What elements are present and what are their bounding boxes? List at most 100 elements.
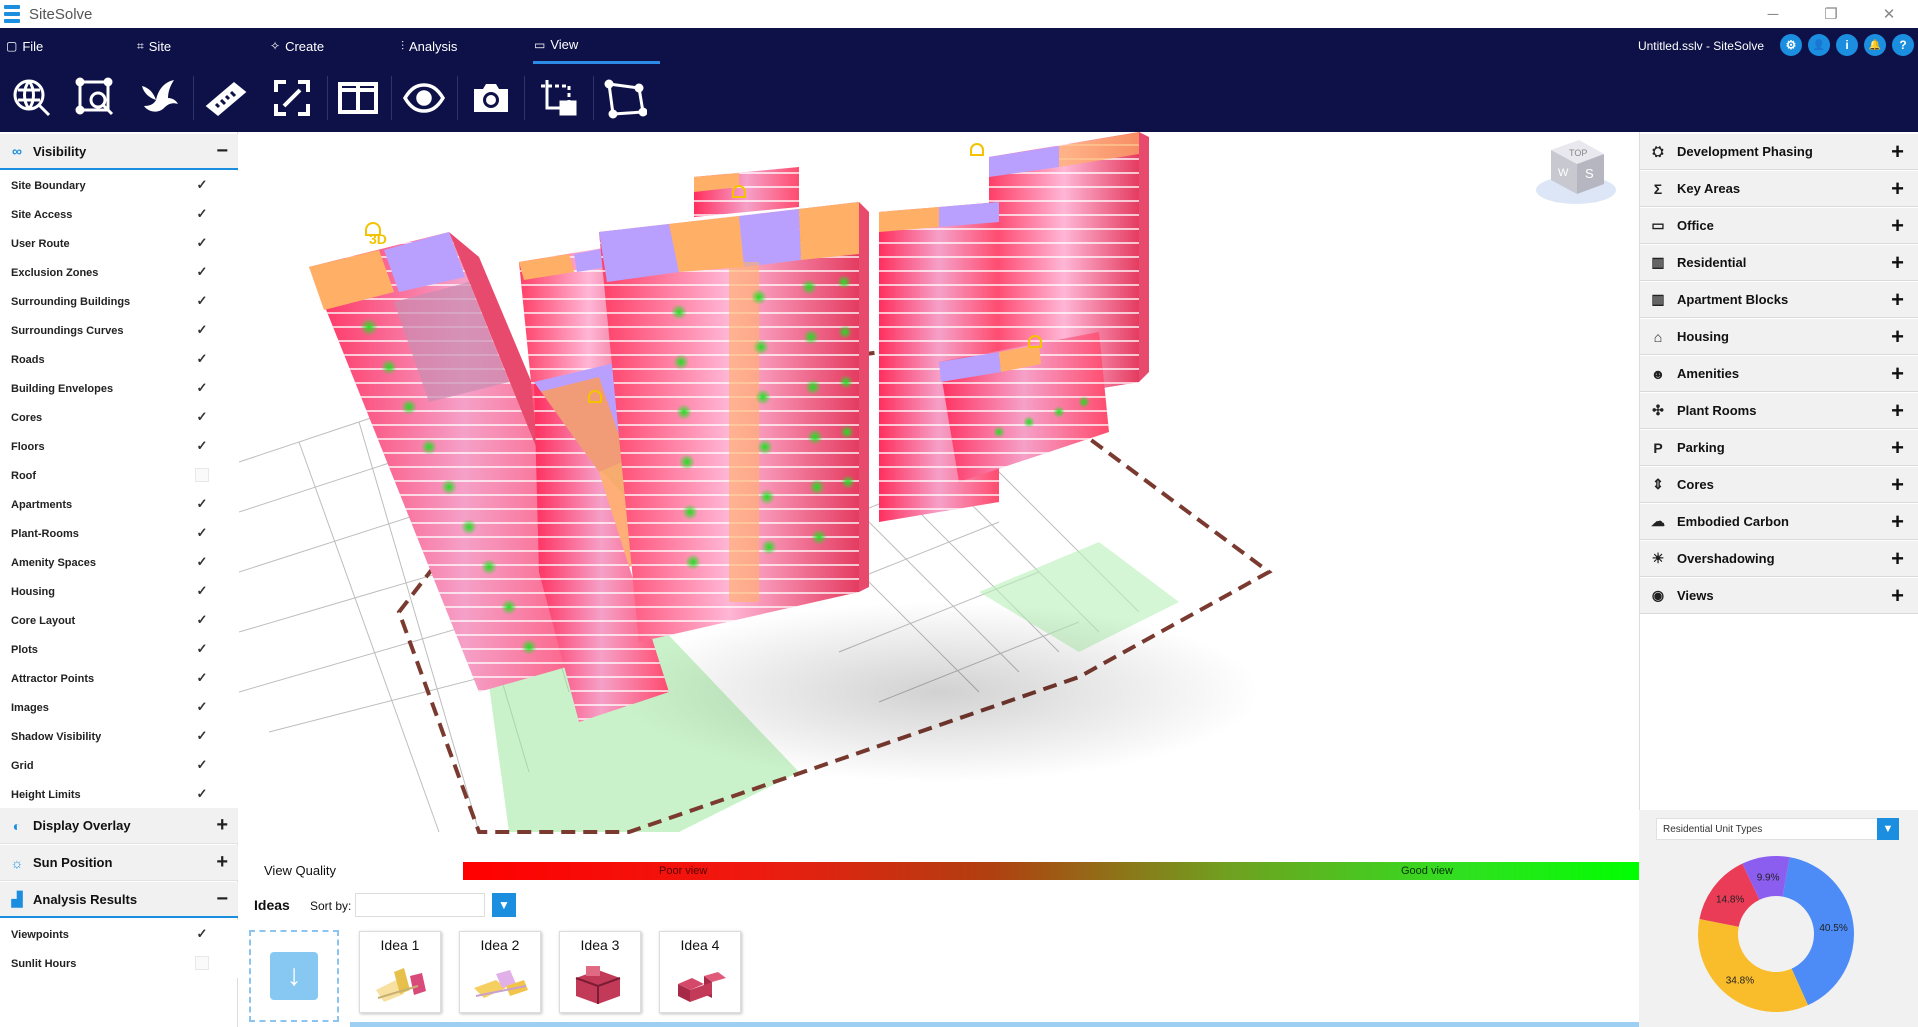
visibility-item[interactable]: Core Layout ✓ — [0, 606, 238, 635]
visibility-item[interactable]: Roads ✓ — [0, 345, 238, 374]
visibility-item[interactable]: Exclusion Zones ✓ — [0, 258, 238, 287]
visibility-item[interactable]: Height Limits ✓ — [0, 780, 238, 809]
polygon-icon[interactable] — [601, 74, 649, 122]
section-residential[interactable]: ▥ Residential + — [1640, 245, 1918, 281]
checkmark-icon[interactable]: ✓ — [195, 757, 209, 772]
checkmark-icon[interactable]: ✓ — [195, 409, 209, 424]
expand-icon[interactable]: + — [1891, 287, 1904, 313]
visibility-item[interactable]: Site Access ✓ — [0, 200, 238, 229]
sun-position-section-header[interactable]: ☼ Sun Position + — [0, 845, 238, 881]
expand-icon[interactable]: + — [1891, 250, 1904, 276]
expand-icon[interactable]: + — [1891, 472, 1904, 498]
checkmark-icon[interactable]: ✓ — [195, 496, 209, 511]
visibility-item[interactable]: Amenity Spaces ✓ — [0, 548, 238, 577]
analysis-result-item[interactable]: Sunlit Hours — [0, 949, 238, 978]
unit-types-select[interactable]: Residential Unit Types — [1656, 818, 1879, 840]
menu-view[interactable]: ▭ View — [533, 28, 660, 64]
bell-icon[interactable]: 🔔 — [1864, 34, 1886, 56]
visibility-item[interactable]: Images ✓ — [0, 693, 238, 722]
help-icon[interactable]: ? — [1892, 34, 1914, 56]
visibility-item[interactable]: Cores ✓ — [0, 403, 238, 432]
checkbox-empty[interactable] — [195, 468, 209, 482]
collapse-icon[interactable]: − — [216, 888, 228, 911]
checkmark-icon[interactable]: ✓ — [195, 438, 209, 453]
checkmark-icon[interactable]: ✓ — [195, 926, 209, 941]
section-apartment-blocks[interactable]: ▥ Apartment Blocks + — [1640, 282, 1918, 318]
section-development-phasing[interactable]: ⛭ Development Phasing + — [1640, 134, 1918, 170]
section-embodied-carbon[interactable]: ☁ Embodied Carbon + — [1640, 504, 1918, 540]
settings-icon[interactable]: ⚙ — [1780, 34, 1802, 56]
visibility-item[interactable]: Housing ✓ — [0, 577, 238, 606]
section-plant-rooms[interactable]: ✣ Plant Rooms + — [1640, 393, 1918, 429]
section-cores[interactable]: ⇕ Cores + — [1640, 467, 1918, 503]
checkmark-icon[interactable]: ✓ — [195, 525, 209, 540]
section-office[interactable]: ▭ Office + — [1640, 208, 1918, 244]
minimize-button[interactable]: ─ — [1744, 0, 1802, 28]
section-housing[interactable]: ⌂ Housing + — [1640, 319, 1918, 355]
checkmark-icon[interactable]: ✓ — [195, 293, 209, 308]
checkmark-icon[interactable]: ✓ — [195, 380, 209, 395]
menu-analysis[interactable]: ⫶ Analysis — [401, 28, 457, 64]
expand-icon[interactable]: + — [1891, 435, 1904, 461]
visibility-item[interactable]: Roof — [0, 461, 238, 490]
sort-by-select[interactable] — [355, 893, 485, 917]
visibility-item[interactable]: Floors ✓ — [0, 432, 238, 461]
expand-icon[interactable]: + — [216, 814, 228, 837]
visibility-item[interactable]: Plots ✓ — [0, 635, 238, 664]
menu-site[interactable]: ⌗ Site — [137, 28, 171, 64]
section-overshadowing[interactable]: ☀ Overshadowing + — [1640, 541, 1918, 577]
donut-slice[interactable] — [1698, 919, 1808, 1012]
checkmark-icon[interactable]: ✓ — [195, 699, 209, 714]
checkmark-icon[interactable]: ✓ — [195, 728, 209, 743]
expand-icon[interactable]: + — [1891, 583, 1904, 609]
expand-icon[interactable]: + — [1891, 509, 1904, 535]
user-icon[interactable]: 👤 — [1808, 34, 1830, 56]
checkmark-icon[interactable]: ✓ — [195, 554, 209, 569]
expand-icon[interactable]: + — [1891, 176, 1904, 202]
navigation-cube[interactable]: TOP W S — [1536, 140, 1616, 204]
expand-icon[interactable]: + — [1891, 213, 1904, 239]
visibility-item[interactable]: Surroundings Curves ✓ — [0, 316, 238, 345]
collapse-icon[interactable]: − — [216, 140, 228, 163]
checkmark-icon[interactable]: ✓ — [195, 351, 209, 366]
expand-icon[interactable]: + — [1891, 546, 1904, 572]
boundary-search-icon[interactable] — [72, 74, 120, 122]
expand-icon[interactable]: + — [1891, 398, 1904, 424]
crop-icon[interactable] — [535, 74, 583, 122]
visibility-item[interactable]: Surrounding Buildings ✓ — [0, 287, 238, 316]
display-overlay-section-header[interactable]: ◐ Display Overlay + — [0, 808, 238, 844]
chevron-down-icon[interactable]: ▼ — [492, 893, 516, 917]
menu-create[interactable]: ✧ Create — [270, 28, 324, 64]
section-amenities[interactable]: ☻ Amenities + — [1640, 356, 1918, 392]
expand-icon[interactable]: + — [216, 851, 228, 874]
expand-icon[interactable]: + — [1891, 324, 1904, 350]
idea-card-3[interactable]: Idea 3 — [559, 931, 641, 1013]
checkmark-icon[interactable]: ✓ — [195, 206, 209, 221]
camera-icon[interactable] — [467, 74, 515, 122]
checkmark-icon[interactable]: ✓ — [195, 583, 209, 598]
analysis-results-section-header[interactable]: ▟ Analysis Results − — [0, 882, 238, 918]
section-key-areas[interactable]: Σ Key Areas + — [1640, 171, 1918, 207]
visibility-item[interactable]: User Route ✓ — [0, 229, 238, 258]
fullscreen-icon[interactable] — [268, 74, 316, 122]
save-idea-dropzone[interactable]: ↓ — [249, 930, 339, 1022]
checkmark-icon[interactable]: ✓ — [195, 264, 209, 279]
section-views[interactable]: ◉ Views + — [1640, 578, 1918, 614]
visibility-item[interactable]: Attractor Points ✓ — [0, 664, 238, 693]
idea-card-4[interactable]: Idea 4 — [659, 931, 741, 1013]
checkmark-icon[interactable]: ✓ — [195, 670, 209, 685]
info-icon[interactable]: i — [1836, 34, 1858, 56]
chevron-down-icon[interactable]: ▼ — [1877, 818, 1899, 840]
ruler-icon[interactable] — [202, 74, 250, 122]
checkmark-icon[interactable]: ✓ — [195, 641, 209, 656]
checkmark-icon[interactable]: ✓ — [195, 612, 209, 627]
visibility-section-header[interactable]: ∞ Visibility − — [0, 134, 238, 170]
globe-search-icon[interactable] — [8, 74, 56, 122]
checkmark-icon[interactable]: ✓ — [195, 322, 209, 337]
checkbox-empty[interactable] — [195, 956, 209, 970]
expand-icon[interactable]: + — [1891, 139, 1904, 165]
analysis-result-item[interactable]: Viewpoints ✓ — [0, 920, 238, 949]
idea-card-2[interactable]: Idea 2 — [459, 931, 541, 1013]
visibility-item[interactable]: Site Boundary ✓ — [0, 171, 238, 200]
visibility-item[interactable]: Grid ✓ — [0, 751, 238, 780]
